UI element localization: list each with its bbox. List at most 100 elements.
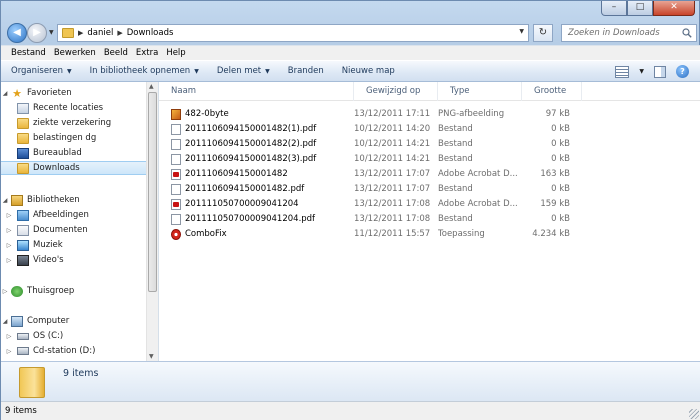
nav-label: Thuisgroep	[27, 286, 75, 296]
breadcrumb-downloads[interactable]: Downloads	[127, 28, 174, 38]
resize-grip-icon[interactable]	[689, 409, 699, 419]
nav-computer[interactable]: ◢ Computer	[1, 314, 146, 328]
scroll-up-icon[interactable]: ▲	[149, 83, 154, 90]
menu-beeld[interactable]: Beeld	[100, 46, 132, 60]
menu-label: Bestand	[11, 48, 46, 58]
file-size: 0 kB	[551, 154, 570, 164]
menu-help[interactable]: Help	[162, 46, 189, 60]
expand-icon[interactable]: ▷	[5, 333, 13, 340]
organize-button[interactable]: Organiseren ▼	[11, 66, 72, 76]
column-type[interactable]: Type	[438, 82, 522, 101]
menu-bewerken[interactable]: Bewerken	[50, 46, 100, 60]
file-icon	[171, 184, 181, 195]
command-bar: Organiseren ▼ In bibliotheek opnemen ▼ Del…	[1, 60, 700, 82]
nav-downloads[interactable]: Downloads	[1, 161, 146, 175]
nav-favorites[interactable]: ◢ ★ Favorieten	[1, 86, 146, 100]
expand-icon[interactable]: ▷	[1, 288, 9, 295]
chevron-right-icon[interactable]: ▶	[78, 29, 83, 37]
file-size: 0 kB	[551, 139, 570, 149]
nav-videos[interactable]: ▷ Video's	[1, 253, 146, 267]
scroll-down-icon[interactable]: ▼	[149, 353, 154, 360]
nav-folder-ziekte-verzekering[interactable]: ziekte verzekering	[1, 116, 146, 130]
column-size[interactable]: Grootte	[522, 82, 582, 101]
nav-folder-belastingen-dg[interactable]: belastingen dg	[1, 131, 146, 145]
view-dropdown-icon[interactable]: ▼	[639, 68, 644, 75]
recent-pages-dropdown[interactable]: ▼	[49, 29, 54, 36]
minimize-button[interactable]: –	[601, 1, 627, 16]
nav-label: ziekte verzekering	[33, 118, 112, 128]
include-in-library-button[interactable]: In bibliotheek opnemen ▼	[90, 66, 199, 76]
file-name: 201111050700009041204	[185, 199, 299, 209]
scroll-thumb[interactable]	[148, 92, 157, 292]
nav-label: Video's	[33, 255, 64, 265]
address-bar[interactable]: ▶ daniel ▶ Downloads ▼	[57, 24, 529, 42]
nav-scrollbar[interactable]: ▲ ▼	[146, 82, 158, 361]
folder-icon	[19, 367, 45, 398]
expand-icon[interactable]: ▷	[5, 257, 13, 264]
nav-drive-d[interactable]: ▷ Cd-station (D:)	[1, 344, 146, 358]
search-input[interactable]: Zoeken in Downloads	[561, 24, 697, 42]
burn-button[interactable]: Branden	[288, 66, 324, 76]
file-row[interactable]: 201111050700009041204 13/12/2011 17:08 Ado…	[159, 197, 700, 212]
new-folder-button[interactable]: Nieuwe map	[342, 66, 395, 76]
file-date: 13/12/2011 17:07	[354, 169, 431, 179]
maximize-button[interactable]: □	[627, 1, 653, 16]
refresh-icon: ↻	[538, 27, 548, 38]
column-name[interactable]: Naam	[159, 82, 354, 101]
nav-homegroup[interactable]: ▷ Thuisgroep	[1, 284, 146, 298]
expand-icon[interactable]: ▷	[5, 348, 13, 355]
video-icon	[17, 254, 29, 266]
nav-pictures[interactable]: ▷ Afbeeldingen	[1, 208, 146, 222]
preview-pane-icon[interactable]	[654, 65, 666, 78]
column-date[interactable]: Gewijzigd op	[354, 82, 438, 101]
expand-icon[interactable]: ▷	[5, 227, 13, 234]
file-row[interactable]: 2011106094150001482(2).pdf 10/12/2011 14:…	[159, 137, 700, 152]
menu-label: Extra	[135, 48, 159, 58]
menu-bestand[interactable]: Bestand	[7, 46, 50, 60]
change-view-icon[interactable]	[615, 65, 630, 78]
file-row[interactable]: 2011106094150001482(3).pdf 10/12/2011 14:…	[159, 152, 700, 167]
file-name-cell: 2011106094150001482(2).pdf	[171, 137, 351, 152]
nav-music[interactable]: ▷ Muziek	[1, 238, 146, 252]
file-name-cell: 2011106094150001482	[171, 167, 351, 182]
forward-button[interactable]: ▶	[27, 23, 47, 43]
search-icon[interactable]	[682, 28, 692, 38]
file-row[interactable]: 201111050700009041204.pdf 13/12/2011 17:0…	[159, 212, 700, 227]
nav-documents[interactable]: ▷ Documenten	[1, 223, 146, 237]
close-button[interactable]: ✕	[653, 1, 695, 16]
back-button[interactable]: ◀	[7, 23, 27, 43]
nav-label: Computer	[27, 316, 70, 326]
nav-label: Bureaublad	[33, 148, 82, 158]
help-icon[interactable]: ?	[676, 65, 689, 78]
address-dropdown-icon[interactable]: ▼	[519, 28, 524, 35]
chevron-right-icon[interactable]: ▶	[117, 29, 122, 37]
file-name: 2011106094150001482(2).pdf	[185, 139, 317, 149]
nav-libraries[interactable]: ◢ Bibliotheken	[1, 193, 146, 207]
nav-label: Cd-station (D:)	[33, 346, 96, 356]
file-row[interactable]: ComboFix 11/12/2011 15:57 Toepassing 4.234 …	[159, 227, 700, 242]
collapse-icon[interactable]: ◢	[1, 197, 9, 204]
collapse-icon[interactable]: ◢	[1, 90, 9, 97]
collapse-icon[interactable]: ◢	[1, 318, 9, 325]
expand-icon[interactable]: ▷	[5, 212, 13, 219]
nav-drive-c[interactable]: ▷ OS (C:)	[1, 329, 146, 343]
breadcrumb-daniel[interactable]: daniel	[87, 28, 113, 38]
expand-icon[interactable]: ▷	[5, 242, 13, 249]
menu-extra[interactable]: Extra	[132, 46, 162, 60]
file-date: 13/12/2011 17:08	[354, 214, 431, 224]
window-controls: – □ ✕	[601, 1, 695, 16]
file-row[interactable]: 2011106094150001482.pdf 13/12/2011 17:07 B…	[159, 182, 700, 197]
refresh-button[interactable]: ↻	[533, 24, 553, 42]
file-date: 10/12/2011 14:21	[354, 154, 431, 164]
recent-places-icon	[17, 102, 29, 114]
file-row[interactable]: 2011106094150001482(1).pdf 10/12/2011 14:…	[159, 122, 700, 137]
homegroup-icon	[11, 285, 23, 297]
file-icon	[171, 124, 181, 135]
file-row[interactable]: 482-0byte 13/12/2011 17:11 PNG-afbeelding 9…	[159, 107, 700, 122]
nav-desktop[interactable]: Bureaublad	[1, 146, 146, 160]
nav-recent-locations[interactable]: Recente locaties	[1, 101, 146, 115]
file-row[interactable]: 2011106094150001482 13/12/2011 17:07 Adobe…	[159, 167, 700, 182]
share-with-button[interactable]: Delen met ▼	[217, 66, 270, 76]
view-controls: ▼ ?	[615, 65, 689, 78]
library-label: In bibliotheek opnemen	[89, 66, 191, 76]
